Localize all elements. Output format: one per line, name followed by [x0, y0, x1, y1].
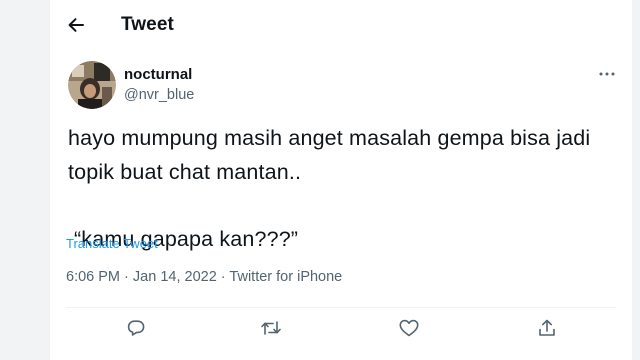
tweet-metadata: 6:06 PM · Jan 14, 2022 · Twitter for iPh… — [66, 269, 342, 285]
tweet-detail-panel: Tweet nocturnal @nvr_blue hayo mumpung m… — [49, 0, 633, 360]
tweet-date[interactable]: Jan 14, 2022 — [133, 269, 217, 285]
page-title: Tweet — [121, 14, 174, 35]
meta-separator: · — [220, 269, 226, 285]
heart-icon — [399, 319, 419, 337]
avatar-photo — [68, 61, 116, 109]
page-header: Tweet — [50, 0, 632, 50]
author-avatar[interactable] — [68, 61, 116, 109]
back-button[interactable] — [58, 10, 94, 40]
reply-icon — [127, 320, 145, 336]
tweet-source[interactable]: Twitter for iPhone — [229, 269, 342, 285]
share-button[interactable] — [534, 315, 560, 341]
more-icon — [599, 72, 615, 76]
translate-tweet-link[interactable]: Translate Tweet — [66, 236, 158, 251]
tweet-text-line: topik buat chat mantan.. — [68, 160, 302, 184]
author-handle[interactable]: @nvr_blue — [124, 87, 194, 103]
share-icon — [539, 319, 555, 336]
author-name[interactable]: nocturnal — [124, 66, 192, 83]
retweet-icon — [261, 321, 281, 335]
reply-button[interactable] — [123, 315, 149, 341]
retweet-button[interactable] — [258, 315, 284, 341]
divider — [66, 307, 616, 308]
arrow-left-icon — [68, 18, 84, 32]
meta-separator: · — [124, 269, 129, 285]
tweet-text-line: hayo mumpung masih anget masalah gempa b… — [68, 126, 591, 150]
tweet-time[interactable]: 6:06 PM — [66, 269, 120, 285]
more-options-button[interactable] — [594, 64, 620, 84]
like-button[interactable] — [396, 315, 422, 341]
